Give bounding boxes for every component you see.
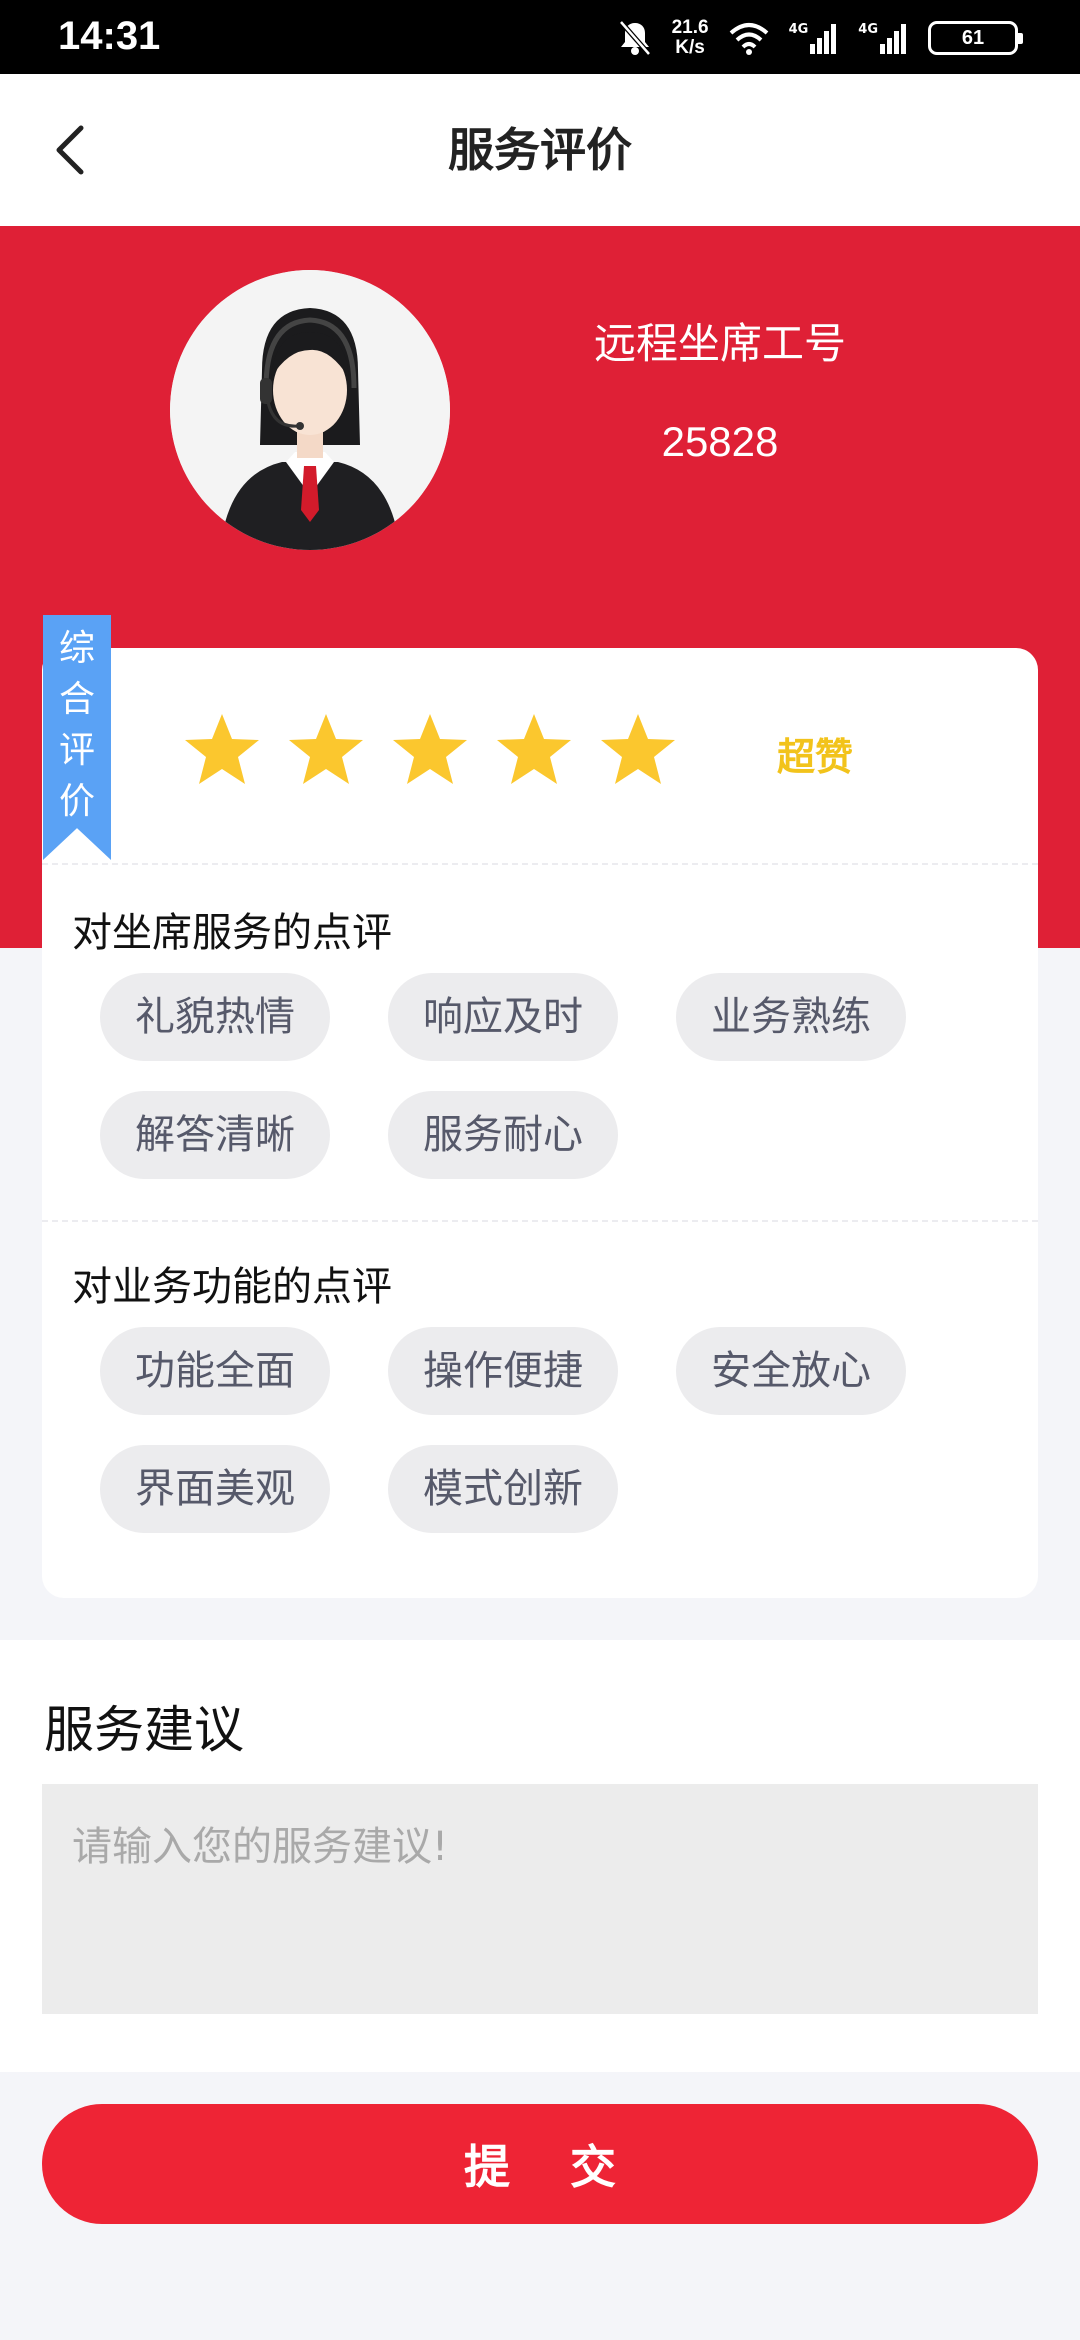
signal-2: 4G: [858, 22, 908, 54]
tag-polite[interactable]: 礼貌热情: [100, 973, 330, 1061]
signal-bars-icon: [810, 24, 837, 54]
ribbon-char: 价: [58, 781, 95, 822]
network-speed-value: 21.6: [671, 17, 709, 38]
signal-1-label: 4G: [788, 22, 809, 37]
tag-innovative[interactable]: 模式创新: [388, 1445, 618, 1533]
back-button[interactable]: [40, 112, 100, 188]
tag-beautiful-ui[interactable]: 界面美观: [100, 1445, 330, 1533]
star-icon[interactable]: [598, 710, 678, 790]
rating-text: 超赞: [777, 735, 854, 779]
ribbon-char: 评: [58, 730, 95, 771]
star-icon[interactable]: [182, 710, 262, 790]
star-rating: [182, 710, 678, 790]
network-speed-unit: K/s: [675, 37, 705, 58]
status-time: 14:31: [58, 14, 161, 58]
tag-comprehensive[interactable]: 功能全面: [100, 1327, 330, 1415]
status-icons: 21.6 K/s 4G 4G 61: [618, 16, 1023, 60]
star-icon[interactable]: [390, 710, 470, 790]
suggestion-title: 服务建议: [44, 1701, 244, 1759]
divider: [42, 863, 1038, 865]
function-review-title: 对业务功能的点评: [72, 1264, 392, 1310]
suggestion-input[interactable]: [42, 1784, 1038, 2014]
suggestion-panel: 服务建议: [0, 1640, 1080, 2072]
tag-skilled[interactable]: 业务熟练: [676, 973, 906, 1061]
signal-2-label: 4G: [858, 22, 878, 37]
mute-bell-icon: [618, 20, 651, 56]
agent-review-title: 对坐席服务的点评: [72, 910, 392, 956]
ribbon-char: 合: [58, 679, 95, 720]
agent-id: 25828: [661, 418, 779, 465]
battery-icon: 61: [928, 21, 1023, 55]
wifi-icon: [729, 23, 768, 55]
tag-patient[interactable]: 服务耐心: [388, 1091, 618, 1179]
nav-bar: 服务评价: [0, 74, 1080, 226]
overall-rating-ribbon: 综 合 评 价: [43, 615, 111, 860]
page-title: 服务评价: [448, 123, 632, 177]
divider: [42, 1220, 1038, 1222]
rating-card: 超赞 对坐席服务的点评 礼貌热情 响应及时 业务熟练 解答清晰 服务耐心 对业务…: [42, 648, 1038, 1598]
customer-service-agent-icon: [170, 270, 450, 550]
star-icon[interactable]: [286, 710, 366, 790]
tag-convenient[interactable]: 操作便捷: [388, 1327, 618, 1415]
tag-responsive[interactable]: 响应及时: [388, 973, 618, 1061]
chevron-left-icon: [56, 125, 84, 175]
status-bar: 14:31 21.6 K/s 4G 4G 61: [0, 0, 1080, 74]
signal-bars-icon: [880, 24, 906, 54]
tag-secure[interactable]: 安全放心: [676, 1327, 906, 1415]
agent-avatar: [170, 270, 450, 550]
submit-button[interactable]: 提交: [42, 2104, 1038, 2224]
network-speed: 21.6 K/s: [672, 18, 709, 58]
signal-1: 4G: [789, 22, 839, 54]
ribbon-char: 综: [58, 628, 95, 669]
star-icon[interactable]: [494, 710, 574, 790]
agent-label: 远程坐席工号: [593, 319, 846, 368]
tag-clear-answers[interactable]: 解答清晰: [100, 1091, 330, 1179]
battery-level: 61: [961, 26, 985, 49]
